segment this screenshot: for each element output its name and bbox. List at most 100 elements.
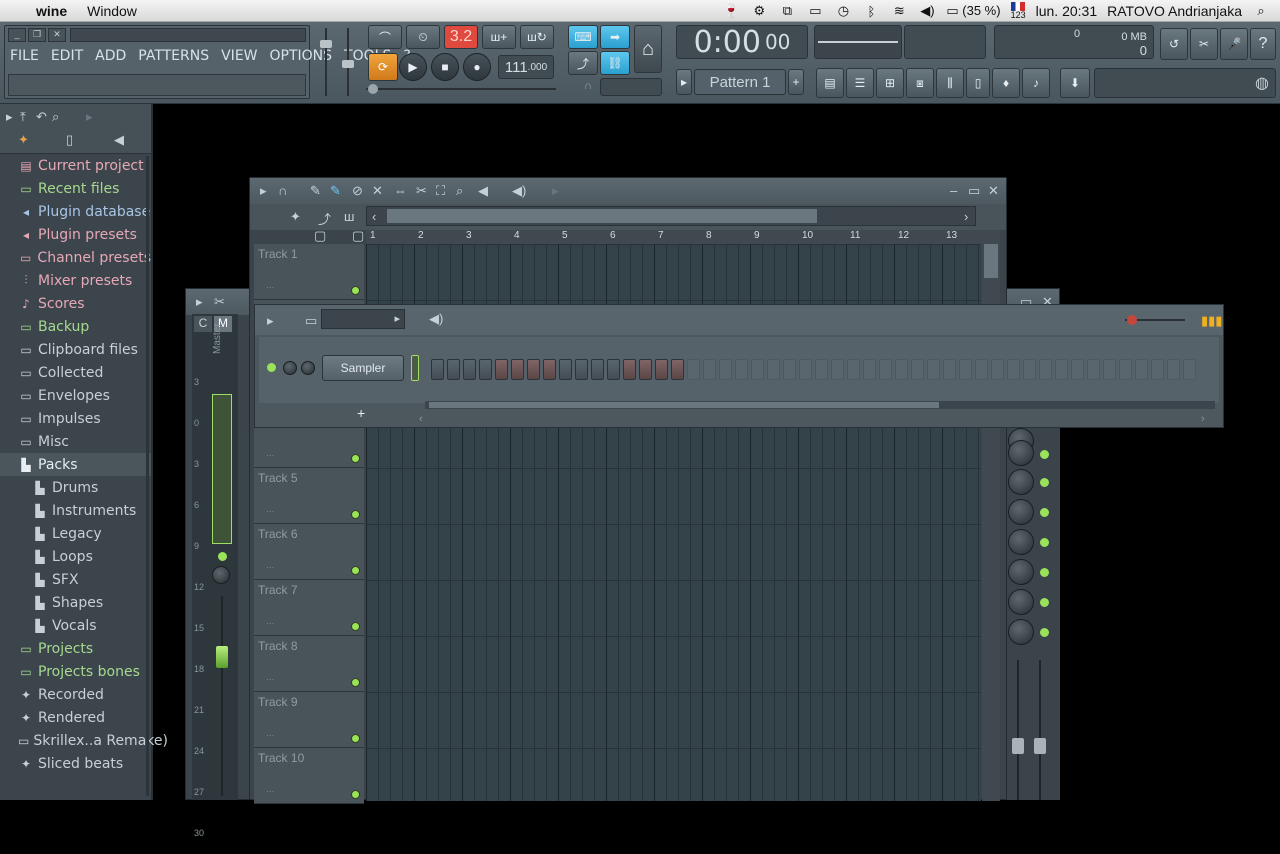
ruler-bar-number[interactable]: 8: [706, 230, 712, 241]
slip-icon[interactable]: ⇔: [394, 183, 407, 198]
pitch-knob-slider[interactable]: [366, 84, 556, 94]
send-knob[interactable]: [1008, 619, 1034, 645]
browser-item[interactable]: ▭ Envelopes: [0, 384, 151, 407]
pencil-icon[interactable]: ✎: [310, 183, 321, 199]
metronome-button[interactable]: ⌒: [368, 25, 402, 49]
track-mute-led[interactable]: [351, 622, 360, 631]
step-button[interactable]: [959, 359, 972, 380]
sliders-button[interactable]: ⫼: [936, 68, 964, 98]
browser-item[interactable]: ◂ Plugin presets: [0, 223, 151, 246]
track-options-icon[interactable]: ▢: [314, 228, 326, 244]
track-header[interactable]: Track 9...: [254, 692, 364, 748]
step-button[interactable]: [1055, 359, 1068, 380]
headphone-icon[interactable]: ∩: [584, 80, 592, 92]
track-header[interactable]: Track 7...: [254, 580, 364, 636]
track-mute-led[interactable]: [351, 454, 360, 463]
ruler-bar-number[interactable]: 2: [418, 230, 424, 241]
browser-search-icon[interactable]: ⌕: [52, 109, 59, 125]
step-button[interactable]: [719, 359, 732, 380]
ruler-bar-number[interactable]: 12: [898, 230, 909, 241]
browser-item[interactable]: ▙ Drums: [0, 476, 151, 499]
globe-icon[interactable]: ◍: [1255, 73, 1269, 93]
rack-speaker-icon[interactable]: ◀): [429, 311, 443, 327]
track-mute-led[interactable]: [351, 790, 360, 799]
wait-input-button[interactable]: ⏲: [406, 25, 440, 49]
send-led[interactable]: [1040, 598, 1049, 607]
send-knob[interactable]: [1008, 469, 1034, 495]
send-knob[interactable]: [1008, 559, 1034, 585]
browser-item[interactable]: ▭ Projects: [0, 637, 151, 660]
slice-icon[interactable]: ✂: [416, 183, 427, 199]
browser-item[interactable]: ▭ Recent files: [0, 177, 151, 200]
browser-item[interactable]: ✦ Recorded: [0, 683, 151, 706]
step-button[interactable]: [607, 359, 620, 380]
browser-speaker-icon[interactable]: ◀: [114, 132, 124, 148]
step-button[interactable]: [1023, 359, 1036, 380]
track-header[interactable]: Track 1...: [254, 244, 364, 300]
loop-record-button[interactable]: ш↻: [520, 25, 554, 49]
browser-item[interactable]: ▙ Vocals: [0, 614, 151, 637]
master-fader[interactable]: [216, 596, 228, 796]
step-button[interactable]: [431, 359, 444, 380]
browser-back-icon[interactable]: ↶: [36, 109, 47, 125]
flag-icon[interactable]: 123: [1011, 2, 1026, 20]
step-button[interactable]: [975, 359, 988, 380]
browser-item[interactable]: ▙ Shapes: [0, 591, 151, 614]
display-icon[interactable]: ▭: [806, 3, 824, 19]
wine-glass-icon[interactable]: 🍷: [722, 3, 740, 19]
stop-button[interactable]: ■: [431, 53, 459, 81]
channel-select-bar[interactable]: [411, 355, 419, 381]
mixer-tool-icon[interactable]: ✂: [214, 294, 225, 310]
volume-icon[interactable]: ◀): [918, 3, 936, 19]
browser-waves-icon[interactable]: ✦: [18, 132, 29, 148]
master-pitch-slider[interactable]: [342, 28, 354, 96]
send-knob[interactable]: [1008, 529, 1034, 555]
select-icon[interactable]: ⛶: [436, 183, 445, 199]
send-fader-left[interactable]: [1012, 660, 1024, 800]
browser-item[interactable]: ▙ SFX: [0, 568, 151, 591]
metronome-icon[interactable]: ⌂: [634, 25, 662, 73]
ruler-bar-number[interactable]: 1: [370, 230, 376, 241]
step-button[interactable]: [1167, 359, 1180, 380]
track-mute-led[interactable]: [351, 734, 360, 743]
track-header[interactable]: Track 10...: [254, 748, 364, 804]
mute-icon[interactable]: ✕: [372, 183, 383, 199]
browser-item[interactable]: ◂ Plugin database: [0, 200, 151, 223]
menu-view[interactable]: VIEW: [221, 48, 257, 64]
browser-item[interactable]: ▙ Loops: [0, 545, 151, 568]
ruler-bar-number[interactable]: 13: [946, 230, 957, 241]
browser-item[interactable]: ▭ Misc: [0, 430, 151, 453]
add-pattern-button[interactable]: +: [788, 69, 804, 95]
tempo-tap-button[interactable]: ♪: [1022, 68, 1050, 98]
channel-pan-knob[interactable]: [283, 361, 297, 375]
automation-icon[interactable]: ⤴: [318, 209, 331, 228]
send-led[interactable]: [1040, 478, 1049, 487]
step-sequencer-button[interactable]: ➡: [600, 25, 630, 49]
step-button[interactable]: [1007, 359, 1020, 380]
send-knob[interactable]: [1008, 499, 1034, 525]
browser-item[interactable]: ♪ Scores: [0, 292, 151, 315]
scroll-right-icon[interactable]: ›: [964, 209, 968, 224]
step-button[interactable]: [1039, 359, 1052, 380]
add-channel-button[interactable]: +: [357, 405, 365, 421]
send-led[interactable]: [1040, 538, 1049, 547]
window-icon[interactable]: ⧉: [778, 3, 796, 19]
step-button[interactable]: [463, 359, 476, 380]
browser-item[interactable]: ▭ Skrillex..a Remake): [0, 729, 168, 752]
project-button[interactable]: ▯: [966, 68, 990, 98]
mic-button[interactable]: 🎤: [1220, 28, 1248, 60]
download-button[interactable]: ⬇: [1060, 68, 1090, 98]
playlist-menu-icon[interactable]: ▸: [260, 183, 267, 199]
browser-up-icon[interactable]: ⤒: [20, 109, 26, 125]
browser-item[interactable]: ▭ Channel presets: [0, 246, 151, 269]
rack-folder-icon[interactable]: ▭: [305, 313, 317, 329]
master-pan-knob[interactable]: [212, 566, 230, 584]
mixer-tab-c[interactable]: C: [194, 316, 212, 332]
step-edit-button[interactable]: ш+: [482, 25, 516, 49]
step-button[interactable]: [991, 359, 1004, 380]
send-led[interactable]: [1040, 450, 1049, 459]
piano-icon[interactable]: ш: [344, 209, 354, 224]
track-header[interactable]: Track 6...: [254, 524, 364, 580]
ruler-bar-number[interactable]: 4: [514, 230, 520, 241]
step-button[interactable]: [847, 359, 860, 380]
